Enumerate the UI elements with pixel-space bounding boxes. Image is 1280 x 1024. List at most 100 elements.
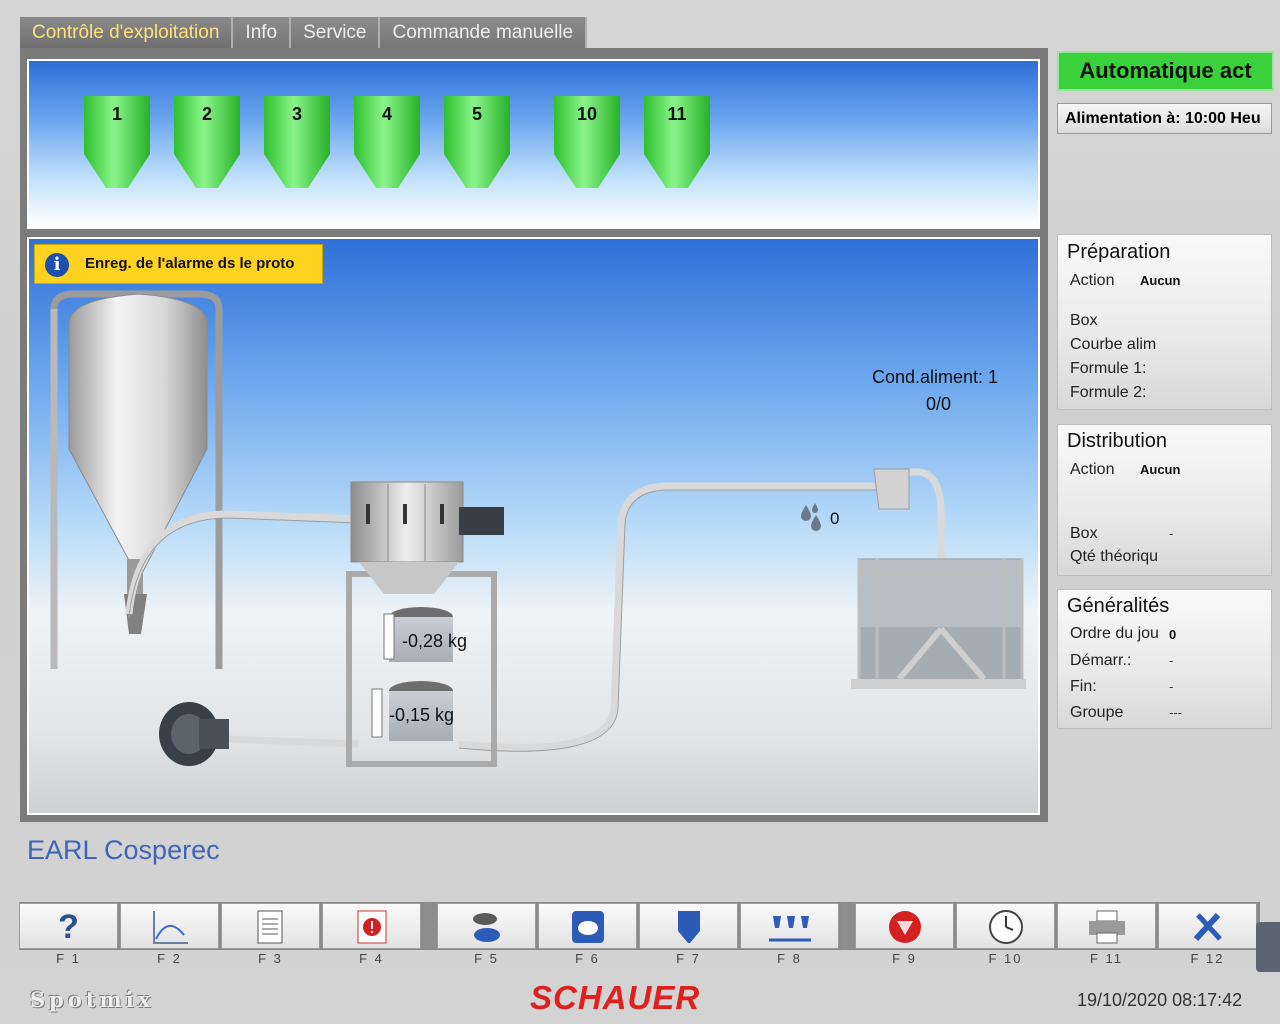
tab-manual-control[interactable]: Commande manuelle: [380, 17, 588, 48]
fkey-label: F 6: [575, 951, 600, 966]
silo-number: 2: [201, 104, 212, 124]
distribution-panel: Distribution Action Aucun Box - Qté théo…: [1057, 424, 1272, 576]
distribution-title: Distribution: [1067, 430, 1168, 452]
alarm-banner[interactable]: i Enreg. de l'alarme ds le proto: [34, 244, 323, 284]
side-tab-icon[interactable]: [1256, 922, 1280, 972]
farm-name: EARL Cosperec: [27, 835, 220, 865]
fkey-11-button[interactable]: [1057, 903, 1156, 949]
clock-icon: [957, 909, 1054, 945]
dist-action-label: Action: [1070, 461, 1115, 478]
fkey-label: F 8: [777, 951, 802, 966]
silo-number: 10: [576, 104, 598, 124]
gen-group-value: ---: [1169, 705, 1182, 720]
fkey-5-button[interactable]: [437, 903, 536, 949]
water-drops-icon: [801, 503, 821, 531]
fkey-2-button[interactable]: [120, 903, 219, 949]
fkey-label: F 4: [359, 951, 384, 966]
fkey-label: F 11: [1089, 951, 1124, 966]
silo-4[interactable]: 4: [354, 96, 420, 192]
prep-action-value: Aucun: [1140, 273, 1181, 288]
tab-service[interactable]: Service: [291, 17, 381, 48]
silo-number: 5: [471, 104, 482, 124]
dist-box-label: Box: [1070, 525, 1098, 542]
curve-icon: [121, 909, 218, 945]
preparation-panel: Préparation Action Aucun Box Courbe alim…: [1057, 234, 1272, 410]
tab-bar: Contrôle d'exploitation Info Service Com…: [20, 17, 588, 48]
pipes: [125, 468, 945, 751]
storage-silo: [50, 290, 223, 669]
fkey-label: F 1: [56, 951, 81, 966]
silo-number: 11: [667, 104, 687, 124]
gen-order-value: 0: [1169, 627, 1177, 642]
silo-2[interactable]: 2: [174, 96, 240, 192]
feeders-icon: [741, 909, 838, 945]
silo-11[interactable]: 11: [644, 96, 710, 192]
fkey-12-button[interactable]: [1158, 903, 1257, 949]
fkey-label: F 3: [258, 951, 283, 966]
tab-info[interactable]: Info: [233, 17, 292, 48]
pigs-icon: [438, 909, 535, 945]
dist-qty-label: Qté théoriqu: [1070, 548, 1159, 565]
gen-order-label: Ordre du jou: [1070, 625, 1159, 642]
silo-5[interactable]: 5: [444, 96, 510, 192]
stop-icon: [856, 909, 953, 945]
cond-label: Cond.aliment: 1: [872, 367, 999, 387]
fkey-1-button[interactable]: ?: [19, 903, 118, 949]
prep-formula1-label: Formule 1:: [1070, 360, 1147, 377]
key-separator: [841, 903, 855, 949]
dist-action-value: Aucun: [1140, 462, 1181, 477]
alarm-text: Enreg. de l'alarme ds le proto: [85, 255, 295, 272]
silo-3[interactable]: 3: [264, 96, 330, 192]
tools-icon: [1159, 909, 1256, 945]
alarm-icon: [323, 909, 420, 945]
document-icon: [222, 909, 319, 945]
info-icon: i: [45, 253, 69, 277]
gen-start-label: Démarr.:: [1070, 652, 1132, 669]
fkey-6-button[interactable]: [538, 903, 637, 949]
silo-1[interactable]: 1: [84, 96, 150, 192]
gen-start-value: -: [1169, 653, 1174, 668]
silo-number: 4: [381, 104, 392, 124]
prep-action-label: Action: [1070, 272, 1115, 289]
weight-lower: -0,15 kg: [389, 705, 455, 725]
fkey-7-button[interactable]: [639, 903, 738, 949]
gen-end-value: -: [1169, 679, 1174, 694]
fkey-label: F 2: [157, 951, 182, 966]
tab-operation-control[interactable]: Contrôle d'exploitation: [20, 17, 234, 48]
feeding-time-button[interactable]: Alimentation à: 10:00 Heu: [1057, 103, 1272, 134]
prep-curve-label: Courbe alim: [1070, 336, 1157, 353]
printer-icon: [1058, 909, 1155, 945]
prep-box-label: Box: [1070, 312, 1098, 329]
fkey-label: F 9: [892, 951, 917, 966]
fkey-label: F 12: [1190, 951, 1225, 966]
fkey-9-button[interactable]: [855, 903, 954, 949]
water-value: 0: [830, 509, 840, 528]
help-icon: ?: [58, 907, 79, 946]
fkey-4-button[interactable]: [322, 903, 421, 949]
mode-status: Automatique act: [1057, 51, 1274, 91]
gen-group-label: Groupe: [1070, 704, 1124, 721]
fkey-3-button[interactable]: [221, 903, 320, 949]
general-panel: Généralités Ordre du jou 0 Démarr.: - Fi…: [1057, 589, 1272, 729]
dist-box-value: -: [1169, 526, 1174, 541]
silo-number: 1: [111, 104, 122, 124]
silo-10[interactable]: 10: [554, 96, 620, 192]
process-diagram: [50, 290, 1026, 767]
gen-end-label: Fin:: [1070, 678, 1097, 695]
preparation-title: Préparation: [1067, 241, 1171, 263]
fkey-10-button[interactable]: [956, 903, 1055, 949]
datetime: 19/10/2020 08:17:42: [1077, 990, 1243, 1010]
silo-icon: [640, 909, 737, 945]
product-logo: Spotmix: [30, 987, 155, 1012]
prep-formula2-label: Formule 2:: [1070, 384, 1147, 401]
fkey-label: F 7: [676, 951, 701, 966]
feeding-pig-icon: [539, 909, 636, 945]
brand-logo: SCHAUER: [530, 979, 701, 1016]
weight-upper: -0,28 kg: [402, 631, 468, 651]
fkey-8-button[interactable]: [740, 903, 839, 949]
key-separator: [423, 903, 437, 949]
fkey-label: F 5: [474, 951, 499, 966]
cond-value: 0/0: [926, 394, 952, 414]
silo-number: 3: [291, 104, 302, 124]
general-title: Généralités: [1067, 595, 1170, 617]
